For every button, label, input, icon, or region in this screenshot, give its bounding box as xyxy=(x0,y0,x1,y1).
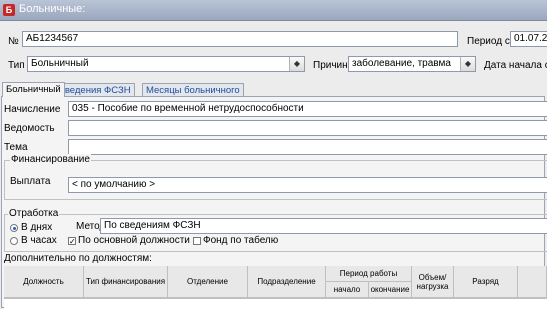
reason-dropdown-icon[interactable]: ◆ xyxy=(460,57,475,71)
col-volume[interactable]: Объем/нагрузка xyxy=(412,266,454,298)
number-input[interactable]: АБ1234567 xyxy=(22,31,458,47)
statement-input[interactable] xyxy=(68,120,547,136)
work-title: Отработка xyxy=(8,208,60,219)
fund-by-timesheet-checkbox[interactable] xyxy=(193,237,201,245)
app-icon: Б xyxy=(3,4,15,16)
tab-fszn-info[interactable]: Сведения ФСЗН xyxy=(54,83,135,97)
period-label: Период с xyxy=(467,36,510,47)
col-position[interactable]: Должность xyxy=(4,266,84,298)
col-extra xyxy=(518,266,547,298)
start-date-label: Дата начала сл xyxy=(484,60,547,71)
accrual-label: Начисление xyxy=(4,104,61,115)
window-title: Больничные: xyxy=(19,3,86,15)
col-end[interactable]: окончание xyxy=(369,282,412,298)
main-position-checkbox[interactable]: ✓ xyxy=(68,237,76,246)
subject-input[interactable] xyxy=(68,139,547,155)
reason-value: заболевание, травма xyxy=(352,58,451,69)
accrual-input[interactable]: 035 - Пособие по временной нетрудоспособ… xyxy=(68,101,547,117)
title-bar: Б Больничные: xyxy=(0,0,547,21)
payment-label: Выплата xyxy=(10,176,51,187)
col-start[interactable]: начало xyxy=(326,282,369,298)
method-input[interactable]: По сведениям ФСЗН xyxy=(100,218,547,234)
radio-hours-label: В часах xyxy=(21,235,57,246)
statement-label: Ведомость xyxy=(4,123,55,134)
financing-title: Финансирование xyxy=(10,154,91,165)
col-work-period: Период работы xyxy=(326,266,412,282)
col-department[interactable]: Отделение xyxy=(168,266,248,298)
payment-input[interactable]: < по умолчанию > xyxy=(68,177,547,193)
radio-days[interactable] xyxy=(10,224,18,232)
col-grade[interactable]: Разряд xyxy=(454,266,518,298)
type-dropdown-icon[interactable]: ◆ xyxy=(289,57,304,71)
number-label: № xyxy=(8,36,19,47)
col-subdivision[interactable]: Подразделение xyxy=(248,266,326,298)
reason-select[interactable]: заболевание, травма ◆ xyxy=(348,56,476,72)
additional-label: Дополнительно по должностям: xyxy=(4,253,152,264)
col-financing-type[interactable]: Тип финансирования xyxy=(84,266,168,298)
period-start-input[interactable]: 01.07.20 xyxy=(510,31,547,47)
table-row[interactable] xyxy=(4,298,547,309)
radio-days-label: В днях xyxy=(21,222,53,233)
type-label: Тип xyxy=(8,60,25,71)
main-position-label: По основной должности xyxy=(78,235,190,246)
type-select[interactable]: Больничный ◆ xyxy=(27,56,305,72)
radio-hours[interactable] xyxy=(10,237,18,245)
type-value: Больничный xyxy=(31,58,89,69)
fund-by-timesheet-label: Фонд по табелю xyxy=(203,235,279,246)
subject-label: Тема xyxy=(4,142,28,153)
tab-sick-leave-months[interactable]: Месяцы больничного xyxy=(142,83,244,97)
tab-sick-leave[interactable]: Больничный xyxy=(2,82,65,97)
